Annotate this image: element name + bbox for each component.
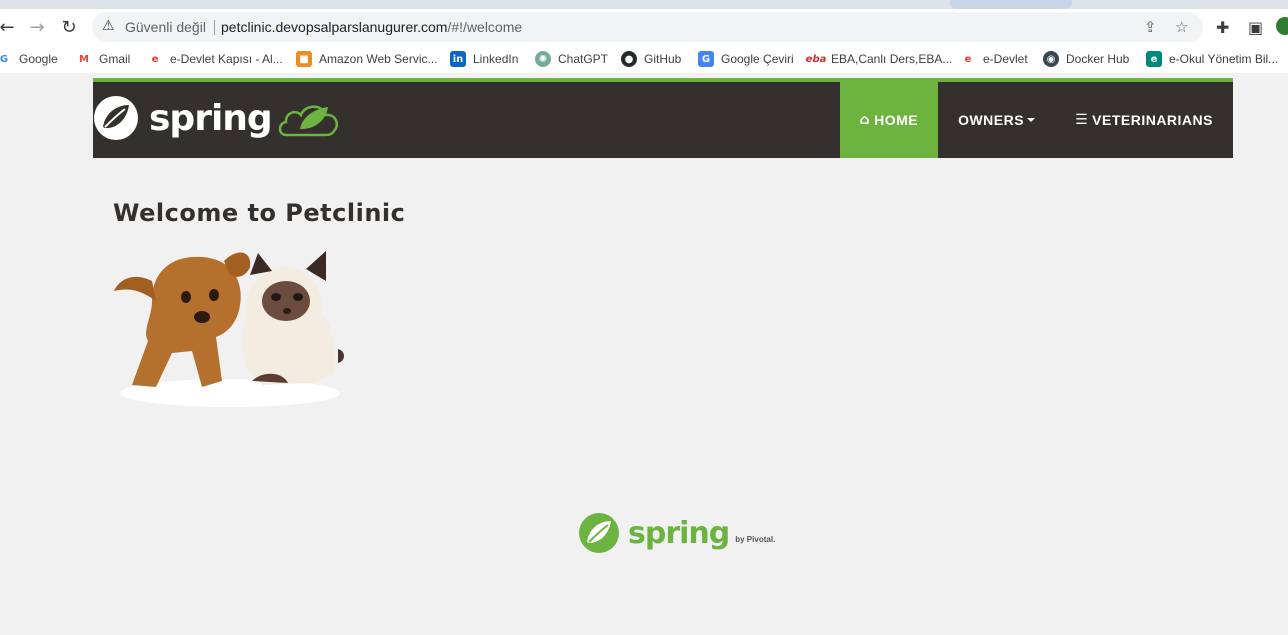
spring-logo[interactable]: spring [93, 94, 342, 142]
bookmark-edevlet[interactable]: e e-Devlet [960, 51, 1028, 67]
bookmark-label: Gmail [99, 52, 131, 66]
star-icon[interactable]: ☆ [1175, 18, 1188, 36]
bookmark-aws[interactable]: ■ Amazon Web Servic... [296, 51, 438, 67]
footer-spring-logo[interactable]: spring by Pivotal. [578, 512, 775, 554]
bookmark-label: e-Okul Yönetim Bil... [1169, 52, 1279, 66]
bookmark-label: Google [19, 52, 58, 66]
nav-home-label: HOME [874, 112, 919, 128]
bookmark-label: ChatGPT [558, 52, 609, 66]
translate-icon: G [698, 51, 714, 67]
url-host: petclinic.devopsalparslanugurer.com [221, 19, 448, 35]
footer-by-pivotal: by Pivotal. [735, 534, 776, 544]
bookmark-label: Google Çeviri [721, 52, 794, 66]
aws-icon: ■ [296, 51, 312, 67]
nav-owners-label: OWNERS [958, 112, 1025, 128]
nav-owners[interactable]: OWNERS [938, 82, 1055, 158]
extensions-icon[interactable]: ✚ [1216, 18, 1229, 37]
spring-leaf-icon [94, 96, 138, 140]
address-bar[interactable]: ⚠ Güvenli değil petclinic.devopsalparsla… [92, 12, 1203, 42]
omnibox-divider [214, 20, 215, 35]
linkedin-icon: in [450, 51, 466, 67]
bookmarks-bar: G Google M Gmail e e-Devlet Kapısı - Al... … [0, 45, 1288, 73]
bookmark-google-ceviri[interactable]: G Google Çeviri [698, 51, 794, 67]
url-path: /#!/welcome [447, 19, 523, 35]
bookmark-linkedin[interactable]: in LinkedIn [450, 51, 518, 67]
site-navbar: spring ⌂ HOME OWNERS ☰ VETERINARIANS [93, 78, 1233, 158]
nav-home[interactable]: ⌂ HOME [839, 82, 939, 158]
github-icon: ● [621, 51, 637, 67]
active-tab[interactable] [950, 0, 1072, 9]
nav-menu: ⌂ HOME OWNERS ☰ VETERINARIANS [839, 82, 1233, 158]
edevlet-icon: e [147, 51, 163, 67]
bookmark-eba[interactable]: eba EBA,Canlı Ders,EBA... [806, 51, 953, 67]
bookmark-github[interactable]: ● GitHub [621, 51, 681, 67]
profile-avatar[interactable] [1276, 17, 1288, 35]
bookmark-edevlet-kapisi[interactable]: e e-Devlet Kapısı - Al... [147, 51, 283, 67]
footer-logo-text: spring [628, 515, 730, 551]
back-icon[interactable]: ← [0, 16, 18, 38]
bookmark-google[interactable]: G Google [0, 51, 58, 67]
side-panel-icon[interactable]: ▣ [1248, 18, 1263, 37]
google-icon: G [0, 51, 12, 67]
gmail-icon: M [76, 51, 92, 67]
list-icon: ☰ [1075, 112, 1089, 128]
chatgpt-icon: ✺ [535, 51, 551, 67]
bookmark-label: LinkedIn [473, 52, 519, 66]
warning-icon[interactable]: ⚠ [102, 18, 115, 34]
bookmark-label: e-Devlet Kapısı - Al... [170, 52, 283, 66]
browser-toolbar: ← → ↻ ⚠ Güvenli değil petclinic.devopsal… [0, 9, 1288, 45]
nav-veterinarians-label: VETERINARIANS [1092, 112, 1213, 128]
bookmark-label: Docker Hub [1066, 52, 1130, 66]
caret-down-icon [1027, 118, 1036, 122]
cloud-leaf-icon [278, 105, 338, 137]
bookmark-label: e-Devlet [983, 52, 1028, 66]
reload-icon[interactable]: ↻ [58, 16, 80, 38]
tab-strip [0, 0, 1288, 9]
home-icon: ⌂ [859, 112, 871, 128]
bookmark-docker-hub[interactable]: ◉ Docker Hub [1043, 51, 1129, 67]
pets-image [114, 251, 344, 407]
eba-icon: eba [806, 51, 826, 67]
edevlet-icon: e [960, 51, 976, 67]
forward-icon[interactable]: → [26, 16, 48, 38]
nav-veterinarians[interactable]: ☰ VETERINARIANS [1055, 82, 1233, 158]
dockerhub-icon: ◉ [1043, 51, 1059, 67]
eokul-icon: e [1146, 51, 1162, 67]
bookmark-eokul[interactable]: e e-Okul Yönetim Bil... [1146, 51, 1278, 67]
share-icon[interactable]: ⇪ [1144, 18, 1157, 36]
bookmark-chatgpt[interactable]: ✺ ChatGPT [535, 51, 608, 67]
logo-text: spring [149, 97, 273, 139]
bookmark-label: GitHub [644, 52, 682, 66]
page-title: Welcome to Petclinic [113, 199, 406, 227]
bookmark-label: EBA,Canlı Ders,EBA... [831, 52, 953, 66]
bookmark-label: Amazon Web Servic... [319, 52, 438, 66]
bookmark-gmail[interactable]: M Gmail [76, 51, 130, 67]
spring-leaf-icon [579, 513, 619, 553]
url-text[interactable]: petclinic.devopsalparslanugurer.com/#!/w… [221, 19, 522, 35]
insecure-label[interactable]: Güvenli değil [125, 19, 206, 35]
